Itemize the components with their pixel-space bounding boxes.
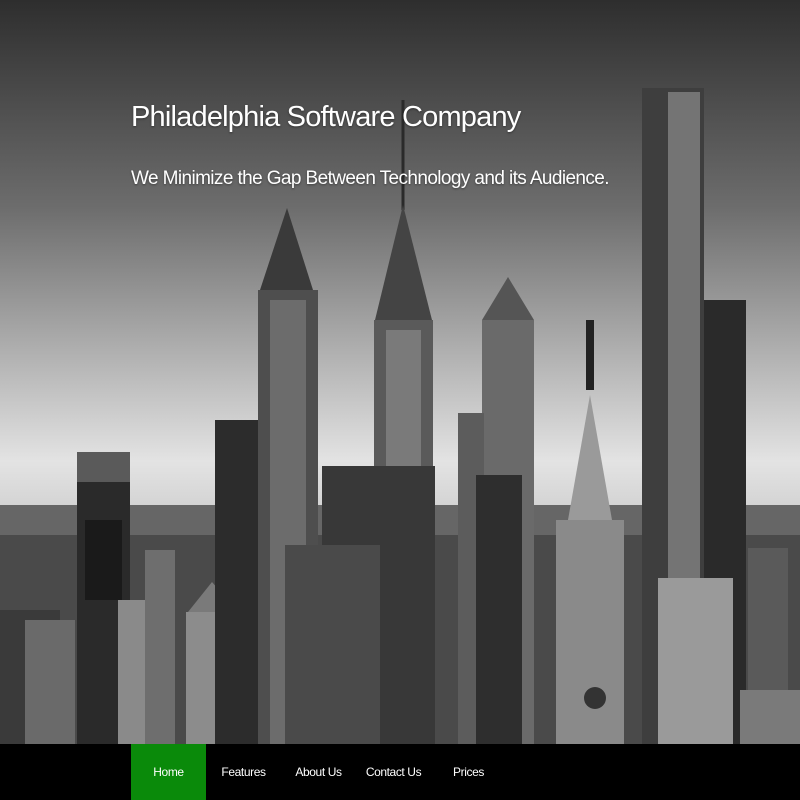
nav-item-contact-us[interactable]: Contact Us xyxy=(356,744,431,800)
nav-item-prices[interactable]: Prices xyxy=(431,744,506,800)
hero-section: Philadelphia Software Company We Minimiz… xyxy=(0,0,800,744)
nav-item-features[interactable]: Features xyxy=(206,744,281,800)
hero-subtitle: We Minimize the Gap Between Technology a… xyxy=(131,168,610,189)
nav-list: Home Features About Us Contact Us Prices xyxy=(131,744,506,800)
nav-item-home[interactable]: Home xyxy=(131,744,206,800)
main-nav: Home Features About Us Contact Us Prices xyxy=(0,744,800,800)
hero-title: Philadelphia Software Company xyxy=(131,101,521,133)
nav-item-about-us[interactable]: About Us xyxy=(281,744,356,800)
